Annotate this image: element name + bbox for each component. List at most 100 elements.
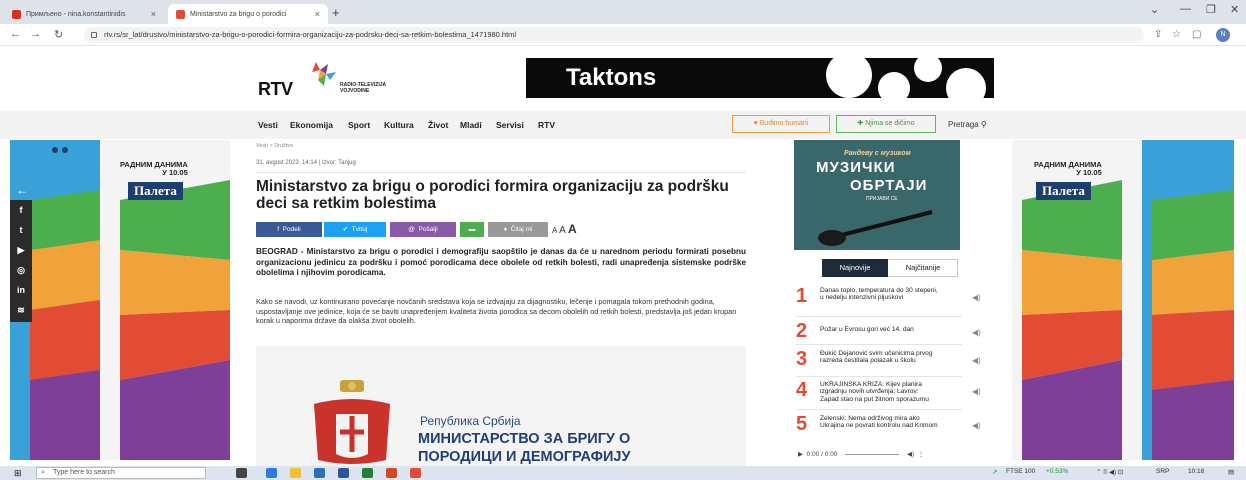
search-button[interactable]: Pretraga ⚲ [948,120,987,129]
chrome-icon[interactable] [410,468,421,478]
arrow-left-icon[interactable]: ← [16,183,28,197]
minimize-button[interactable]: — [1180,3,1191,15]
ticker-change: +0.53% [1046,468,1069,475]
facebook-share-button[interactable]: f Podeli [256,222,322,237]
clock[interactable]: 10:18 [1188,468,1204,475]
speaker-icon[interactable]: ◀) [972,356,981,365]
njima-se-dicimo-button[interactable]: ✚ Njima se dičimo [836,115,936,133]
coat-of-arms-icon [314,380,390,464]
font-small-button[interactable]: A [552,226,557,235]
article-meta: 31. avgust 2023. 14:14 | Izvor: Tanjug [256,160,356,166]
article-lead: BEOGRAD - Ministarstvo za brigu o porodi… [256,247,746,278]
speaker-icon[interactable]: ◀) [972,421,981,430]
ad-banner[interactable]: Taktons [526,58,994,98]
facebook-icon[interactable]: f [10,200,32,220]
font-size-controls[interactable]: A A A [552,222,577,236]
side-ad-left[interactable]: РАДНИМ ДАНИМА У 10.05 Палета [10,140,230,460]
audio-progress[interactable] [845,453,900,455]
instagram-icon[interactable]: ◎ [10,260,32,280]
speaker-icon[interactable]: ◀) [972,387,981,396]
nav-sport[interactable]: Sport [348,120,370,130]
address-bar: ← → ↻ rtv.rs/sr_lat/drustvo/ministarstvo… [0,24,1246,46]
star-icon[interactable]: ☆ [1172,29,1181,40]
file-explorer-icon[interactable] [290,468,301,478]
tab-latest[interactable]: Najnovije [822,259,888,277]
microphone-icon: ♦ [503,226,508,233]
sidepanel-icon[interactable]: ▢ [1192,29,1201,40]
nav-zivot[interactable]: Život [428,120,448,130]
tray-icons[interactable]: ⌃ ⌷ ◀) ⊡ [1096,468,1123,477]
linkedin-icon[interactable]: in [10,280,32,300]
breadcrumb[interactable]: Vesti > Društvo [256,143,293,149]
gmail-icon [12,9,21,19]
volume-icon[interactable]: ◀) [907,451,914,458]
nav-rtv[interactable]: RTV [538,120,555,130]
rss-icon[interactable]: ≋ [10,300,32,320]
image-caption-2: МИНИСТАРСТВО ЗА БРИГУ О ПОРОДИЦИ И ДЕМОГ… [418,431,631,465]
article-image: Република Србија МИНИСТАРСТВО ЗА БРИГУ О… [256,346,746,466]
nav-vesti[interactable]: Vesti [258,120,278,130]
close-window-button[interactable]: ✕ [1230,3,1239,16]
audio-time: 0:00 / 0:00 [806,451,838,458]
notification-icon[interactable]: ▤ [1228,468,1234,476]
nav-servisi[interactable]: Servisi [496,120,524,130]
play-icon[interactable]: ▶ [798,451,803,458]
more-icon[interactable]: ⋮ [918,451,925,458]
share-icon[interactable]: ⇪ [1154,29,1162,40]
reload-icon[interactable]: ↻ [54,28,63,41]
budimo-humani-button[interactable]: ♥ Budimo humani [732,115,830,133]
tab-most-read[interactable]: Najčitanije [890,259,956,277]
new-tab-button[interactable]: + [332,5,340,20]
side-ad-right[interactable]: РАДНИМ ДАНИМА У 10.05 Палета [1012,140,1234,460]
logo-text: RTV [258,79,293,99]
article-body: Kako se navodi, uz kontinuirano povećanj… [256,297,737,326]
rtv-icon [176,9,185,19]
listen-button[interactable]: ♦ Čitaj mi [488,222,548,237]
twitter-icon: ✔ [342,226,349,233]
language-indicator[interactable]: SRP [1156,468,1169,475]
font-large-button[interactable]: A [568,222,577,236]
speaker-icon[interactable]: ◀) [972,293,981,302]
powerpoint-icon[interactable] [386,468,397,478]
tab-inbox[interactable]: Примљено - nina.konstantinidis × [4,4,164,24]
chevron-down-icon[interactable]: ⌄ [1150,3,1159,16]
store-icon[interactable] [314,468,325,478]
url-field[interactable]: rtv.rs/sr_lat/drustvo/ministarstvo-za-br… [84,27,1144,43]
promo-banner[interactable]: Рандеву с музиком МУЗИЧКИ ОБРТАЈИ ПРИЈАВ… [794,140,960,250]
windows-icon[interactable]: ⊞ [14,468,22,479]
edge-icon[interactable] [266,468,277,478]
close-icon[interactable]: × [151,9,156,19]
excel-icon[interactable] [362,468,373,478]
audio-player[interactable]: ▶ 0:00 / 0:00 ◀) ⋮ [798,450,984,466]
close-icon[interactable]: × [315,9,320,19]
list-item[interactable]: 4 UKRAJINSKA KRIZA: Kijev planira izgrad… [796,379,981,411]
youtube-icon[interactable]: ▶ [10,240,32,260]
speaker-icon[interactable]: ◀) [972,328,981,337]
nav-kultura[interactable]: Kultura [384,120,414,130]
font-medium-button[interactable]: A [559,225,566,236]
browser-tab-bar: Примљено - nina.konstantinidis × Minista… [0,0,1246,24]
facebook-icon: f [277,226,280,233]
back-icon[interactable]: ← [10,28,21,40]
search-icon: ⌕ [41,469,45,476]
word-icon[interactable] [338,468,349,478]
tab-article[interactable]: Ministarstvo za brigu o porodici × [168,4,328,24]
list-item[interactable]: 5 Zelenski: Nema održivog mira ako Ukraj… [796,413,981,445]
avatar[interactable]: N [1216,28,1230,42]
search-icon: ⚲ [980,120,987,129]
twitter-share-button[interactable]: ✔ Tvituj [324,222,386,237]
list-item[interactable]: 1 Danas toplo, temperatura do 30 stepeni… [796,285,981,317]
restore-button[interactable]: ❐ [1206,3,1216,16]
nav-mladi[interactable]: Mladi [460,120,482,130]
forward-icon[interactable]: → [30,28,41,40]
nav-ekonomija[interactable]: Ekonomija [290,120,333,130]
image-caption-1: Република Србија [420,414,521,428]
ticker-name[interactable]: FTSE 100 [1006,468,1035,475]
social-bar: f t ▶ ◎ in ≋ [10,200,32,322]
tab-label: Ministarstvo za brigu o porodici [190,10,287,18]
twitter-icon[interactable]: t [10,220,32,240]
task-view-icon[interactable] [236,468,247,478]
taskbar-search[interactable]: ⌕ Type here to search [36,467,206,479]
message-button[interactable]: ▬ [460,222,484,237]
email-share-button[interactable]: @ Pošalji [390,222,456,237]
